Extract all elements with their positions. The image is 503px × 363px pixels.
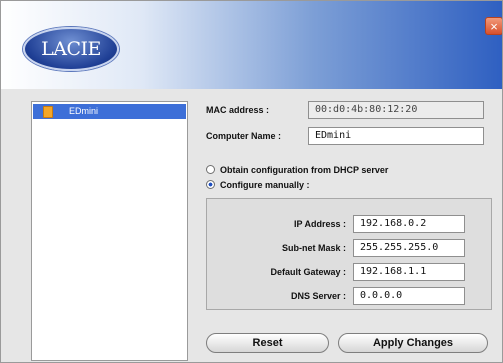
ip-address-label: IP Address : <box>293 219 346 229</box>
dhcp-option[interactable]: Obtain configuration from DHCP server <box>206 164 406 176</box>
ip-address-field[interactable]: 192.168.0.2 <box>353 215 465 233</box>
manual-option[interactable]: Configure manually : <box>206 179 406 191</box>
dhcp-radio-label: Obtain configuration from DHCP server <box>220 165 389 175</box>
dhcp-radio[interactable] <box>206 165 215 174</box>
close-button[interactable]: × <box>485 17 502 35</box>
list-item-edmini[interactable]: EDmini <box>33 104 186 119</box>
computer-name-field[interactable]: EDmini <box>308 127 484 145</box>
computer-name-label: Computer Name : <box>206 131 282 141</box>
header-banner: LACIE × <box>1 1 502 89</box>
apply-changes-button[interactable]: Apply Changes <box>338 333 488 353</box>
list-item-label: EDmini <box>69 106 99 116</box>
mac-address-label: MAC address : <box>206 105 270 115</box>
mac-address-field: 00:d0:4b:80:12:20 <box>308 101 484 119</box>
settings-window: LACIE × EDmini MAC address : 00:d0:4b:80… <box>0 0 503 363</box>
manual-radio[interactable] <box>206 180 215 189</box>
device-list[interactable]: EDmini <box>31 101 188 361</box>
subnet-mask-field[interactable]: 255.255.255.0 <box>353 239 465 257</box>
dns-server-label: DNS Server : <box>290 291 346 301</box>
manual-radio-label: Configure manually : <box>220 180 310 190</box>
default-gateway-field[interactable]: 192.168.1.1 <box>353 263 465 281</box>
dns-server-field[interactable]: 0.0.0.0 <box>353 287 465 305</box>
lacie-logo: LACIE <box>23 27 119 71</box>
reset-button[interactable]: Reset <box>206 333 329 353</box>
subnet-mask-label: Sub-net Mask : <box>281 243 346 253</box>
hard-drive-icon <box>43 106 53 118</box>
default-gateway-label: Default Gateway : <box>270 267 346 277</box>
